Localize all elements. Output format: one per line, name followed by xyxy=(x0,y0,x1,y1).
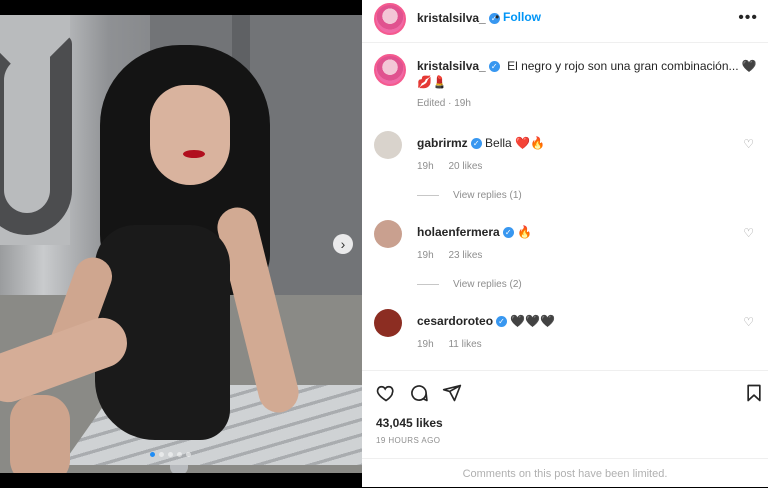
replies-divider xyxy=(417,195,439,196)
post-media: › xyxy=(0,0,362,487)
verified-icon: ✓ xyxy=(488,61,500,73)
comment-meta: 19h 20 likes xyxy=(417,161,494,172)
photo-wall-number xyxy=(0,35,72,235)
heart-icon[interactable]: ♡ xyxy=(743,315,754,329)
more-options-icon[interactable]: ••• xyxy=(738,9,758,27)
post-header: kristalsilva_ ✓ • Follow ••• xyxy=(362,0,768,43)
comment-avatar[interactable] xyxy=(374,220,402,248)
caption-body: El negro y rojo son una gran combinación… xyxy=(507,59,739,73)
heart-icon[interactable] xyxy=(376,383,396,403)
caption-edited: Edited · 19h xyxy=(417,98,471,109)
verified-icon: ✓ xyxy=(502,227,514,239)
view-replies-button[interactable]: View replies (2) xyxy=(417,279,522,290)
carousel-dot xyxy=(150,452,155,457)
photo-leg-lower xyxy=(10,395,70,473)
comment-meta: 19h 11 likes xyxy=(417,339,494,350)
caption-username[interactable]: kristalsilva_ ✓ xyxy=(417,59,500,73)
carousel-dot xyxy=(159,452,164,457)
photo-lips xyxy=(183,150,205,158)
comment: holaenfermera ✓ 🔥 19h 23 likes ♡ View rep… xyxy=(374,220,758,290)
replies-divider xyxy=(417,284,439,285)
comment-username[interactable]: gabrirmz ✓ xyxy=(417,136,482,150)
carousel-dot xyxy=(186,452,191,457)
follow-button[interactable]: Follow xyxy=(503,10,541,24)
heart-icon[interactable]: ♡ xyxy=(743,137,754,151)
header-separator: • xyxy=(495,10,500,24)
chevron-right-icon[interactable]: › xyxy=(333,234,353,254)
comment-emojis: 🔥 xyxy=(517,225,532,239)
comments-limited-notice: Comments on this post have been limited. xyxy=(362,458,768,488)
verified-icon: ✓ xyxy=(496,316,508,328)
author-username[interactable]: kristalsilva_ ✓ xyxy=(417,11,500,25)
comment-avatar[interactable] xyxy=(374,309,402,337)
comment-time: 19h xyxy=(417,161,434,172)
comment-text: cesardoroteo ✓ 🖤🖤🖤 xyxy=(417,314,555,328)
comment-emojis: ❤️🔥 xyxy=(515,136,545,150)
caption-text: kristalsilva_ ✓ El negro y rojo son una g… xyxy=(417,58,757,90)
like-count[interactable]: 43,045 likes xyxy=(376,416,443,430)
heart-icon[interactable]: ♡ xyxy=(743,226,754,240)
photo-face xyxy=(150,85,230,185)
comment-time: 19h xyxy=(417,339,434,350)
author-avatar[interactable] xyxy=(374,3,406,35)
comment-text: gabrirmz ✓ Bella ❤️🔥 xyxy=(417,136,545,150)
comment: cesardoroteo ✓ 🖤🖤🖤 19h 11 likes ♡ xyxy=(374,309,758,379)
comment-meta: 19h 23 likes xyxy=(417,250,494,261)
carousel-dot xyxy=(168,452,173,457)
post-photo[interactable] xyxy=(0,15,362,473)
comment-body: Bella xyxy=(485,136,512,150)
comment-username[interactable]: holaenfermera ✓ xyxy=(417,225,514,239)
author-avatar[interactable] xyxy=(374,54,406,86)
comment: gabrirmz ✓ Bella ❤️🔥 19h 20 likes ♡ View … xyxy=(374,131,758,201)
comment-avatar[interactable] xyxy=(374,131,402,159)
comment-emojis: 🖤🖤🖤 xyxy=(510,314,556,328)
post-sidebar: kristalsilva_ ✓ • Follow ••• kristalsilva… xyxy=(362,0,768,487)
action-bar xyxy=(362,370,768,411)
comment-time: 19h xyxy=(417,250,434,261)
comment-text: holaenfermera ✓ 🔥 xyxy=(417,225,532,239)
carousel-dot xyxy=(177,452,182,457)
view-replies-button[interactable]: View replies (1) xyxy=(417,190,522,201)
bookmark-icon[interactable] xyxy=(744,383,764,403)
carousel-dots xyxy=(150,452,191,457)
comment-likes[interactable]: 11 likes xyxy=(448,339,481,350)
comment-likes[interactable]: 23 likes xyxy=(448,250,482,261)
comment-icon[interactable] xyxy=(409,383,429,403)
comment-username[interactable]: cesardoroteo ✓ xyxy=(417,314,508,328)
share-icon[interactable] xyxy=(442,383,462,403)
verified-icon: ✓ xyxy=(470,138,482,150)
comment-likes[interactable]: 20 likes xyxy=(448,161,482,172)
post-timestamp: 19 HOURS AGO xyxy=(376,436,441,445)
